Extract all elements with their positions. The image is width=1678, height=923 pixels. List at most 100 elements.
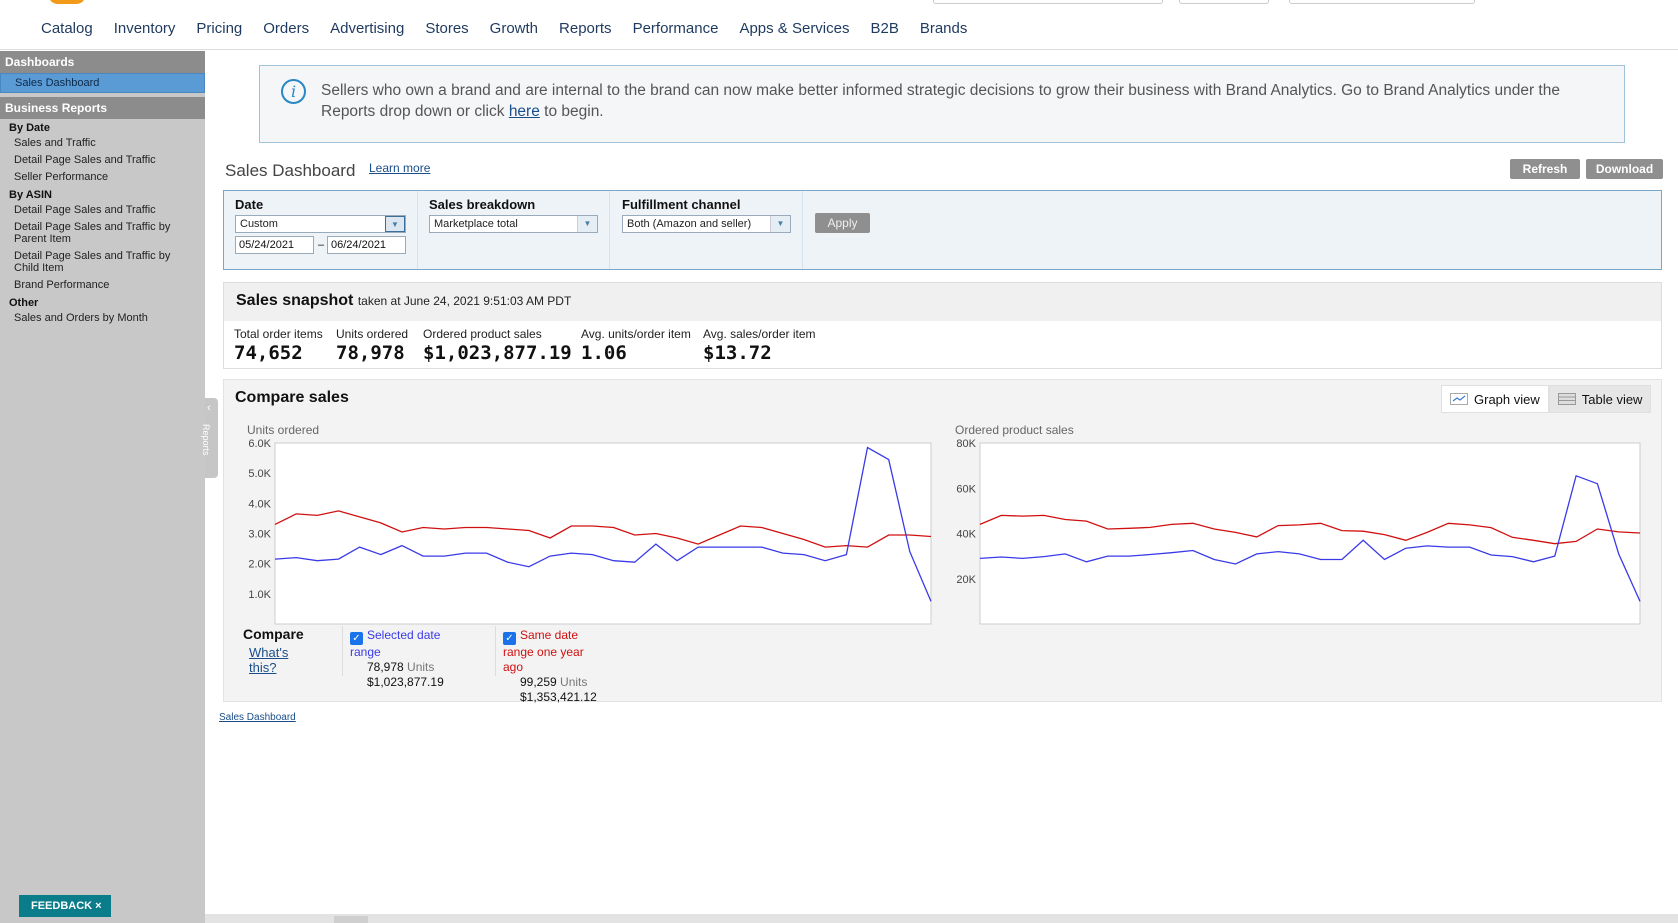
nav-stores[interactable]: Stores (414, 20, 478, 38)
top-navigation: Catalog Inventory Pricing Orders Advertising… (0, 0, 1678, 50)
nav-inventory[interactable]: Inventory (103, 20, 186, 38)
learn-more-link[interactable]: Learn more (369, 161, 430, 175)
date-select[interactable]: Custom ▼ (235, 215, 406, 233)
plot-area (979, 442, 1641, 625)
info-icon: i (281, 79, 306, 104)
nav-orders[interactable]: Orders (252, 20, 319, 38)
legend-last-year-range: ✓ Same date range one year ago 99,259 Uni… (503, 628, 597, 704)
nav-pricing[interactable]: Pricing (185, 20, 252, 38)
date-separator: – (318, 239, 325, 251)
chevron-left-icon: ‹ (207, 402, 211, 414)
nav-advertising[interactable]: Advertising (319, 20, 414, 38)
sidebar-group-by-date: By Date (9, 122, 50, 134)
compare-charts: 1.0K2.0K3.0K4.0K5.0K6.0K5/24/215/28/216/… (248, 438, 1641, 625)
chevron-down-icon: ▼ (770, 216, 790, 232)
metric-label: Avg. sales/order item (703, 327, 816, 341)
fulfillment-channel-select[interactable]: Both (Amazon and seller) ▼ (622, 215, 791, 233)
whats-this-link[interactable]: What's this? (249, 645, 288, 675)
y-tick-label: 4.0K (248, 498, 271, 510)
nav-apps-services[interactable]: Apps & Services (728, 20, 859, 38)
search-input[interactable] (933, 0, 1163, 4)
sales-breakdown-select[interactable]: Marketplace total ▼ (429, 215, 598, 233)
sidebar-item-sales-dashboard[interactable]: Sales Dashboard (0, 73, 205, 93)
chevron-down-icon: ▼ (385, 216, 405, 232)
filter-divider (417, 191, 418, 269)
apply-button[interactable]: Apply (815, 213, 870, 233)
end-date-field[interactable]: 06/24/2021 (327, 236, 406, 254)
horizontal-scrollbar[interactable] (205, 914, 1678, 923)
legend-selected-range: ✓ Selected date range 78,978 Units $1,023… (350, 628, 444, 689)
nav-catalog[interactable]: Catalog (30, 20, 103, 38)
filters-panel: Date Custom ▼ 05/24/2021 – 06/24/2021 Sa… (223, 190, 1662, 270)
brand-analytics-banner: i Sellers who own a brand and are intern… (259, 65, 1625, 143)
scrollbar-thumb[interactable] (334, 916, 368, 923)
sidebar-group-other: Other (9, 297, 39, 309)
y-tick-label: 20K (956, 574, 976, 586)
sidebar-item-sales-and-traffic[interactable]: Sales and Traffic (0, 135, 205, 152)
chart-0: 1.0K2.0K3.0K4.0K5.0K6.0K5/24/215/28/216/… (248, 438, 932, 625)
y-tick-label: 60K (956, 483, 976, 495)
metric-avg-units-order-item: Avg. units/order item 1.06 (581, 327, 691, 364)
nav-brands[interactable]: Brands (909, 20, 978, 38)
metric-value: 74,652 (234, 342, 303, 364)
chart-1: 20K40K60K80K5/24/215/28/216/1/216/5/216/… (956, 438, 1641, 625)
main-nav: Catalog Inventory Pricing Orders Advertising… (30, 20, 977, 38)
y-tick-label: 80K (956, 438, 976, 450)
page-title: Sales Dashboard (225, 161, 356, 180)
nav-b2b[interactable]: B2B (859, 20, 908, 38)
metric-avg-sales-order-item: Avg. sales/order item $13.72 (703, 327, 816, 364)
y-tick-label: 5.0K (248, 468, 271, 480)
snapshot-title: Sales snapshot (236, 292, 354, 309)
sidebar-heading-business-reports: Business Reports (0, 97, 205, 119)
sidebar-heading-dashboards: Dashboards (0, 51, 205, 73)
reports-tab-label: Reports (201, 424, 211, 456)
legend-compare-title: Compare (243, 626, 304, 642)
last-year-checkbox[interactable]: ✓ (503, 632, 516, 645)
sidebar-item-detail-page-sales-and-traffic-by-child-item[interactable]: Detail Page Sales and Traffic by Child I… (0, 248, 205, 277)
sidebar-item-detail-page-sales-and-traffic-by-parent-item[interactable]: Detail Page Sales and Traffic by Parent … (0, 219, 205, 248)
y-tick-label: 40K (956, 529, 976, 541)
nav-performance[interactable]: Performance (622, 20, 729, 38)
reports-collapse-tab[interactable]: ‹ Reports (201, 398, 218, 478)
download-button[interactable]: Download (1586, 159, 1663, 179)
metric-value: $1,023,877.19 (423, 342, 572, 364)
nav-reports[interactable]: Reports (548, 20, 622, 38)
metric-label: Avg. units/order item (581, 327, 691, 341)
snapshot-timestamp: taken at June 24, 2021 9:51:03 AM PDT (357, 294, 572, 308)
nav-growth[interactable]: Growth (479, 20, 548, 38)
banner-here-link[interactable]: here (509, 103, 540, 120)
footer-sales-dashboard-link[interactable]: Sales Dashboard (219, 712, 296, 723)
snapshot-header: Sales snapshot taken at June 24, 2021 9:… (224, 283, 1661, 321)
sales-snapshot: Sales snapshot taken at June 24, 2021 9:… (223, 282, 1662, 369)
amazon-logo-icon[interactable] (48, 0, 86, 4)
metric-label: Ordered product sales (423, 327, 542, 341)
y-tick-label: 1.0K (248, 589, 271, 601)
feedback-button[interactable]: FEEDBACK × (19, 895, 111, 917)
y-tick-label: 2.0K (248, 559, 271, 571)
sidebar-item-detail-page-sales-and-traffic[interactable]: Detail Page Sales and Traffic (0, 202, 205, 219)
sidebar-item-detail-page-sales-and-traffic[interactable]: Detail Page Sales and Traffic (0, 152, 205, 169)
metric-label: Units ordered (336, 327, 409, 341)
metric-value: 1.06 (581, 342, 627, 364)
fulfillment-channel-label: Fulfillment channel (622, 197, 741, 212)
metric-ordered-product-sales: Ordered product sales $1,023,877.19 (423, 327, 572, 364)
sales-breakdown-label: Sales breakdown (429, 197, 536, 212)
top-search-field[interactable] (1289, 0, 1475, 4)
selected-range-checkbox[interactable]: ✓ (350, 632, 363, 645)
sidebar-item-seller-performance[interactable]: Seller Performance (0, 169, 205, 186)
sidebar-item-brand-performance[interactable]: Brand Performance (0, 277, 205, 294)
metric-label: Total order items (234, 327, 323, 341)
banner-text: Sellers who own a brand and are internal… (321, 82, 1560, 120)
filter-divider (609, 191, 610, 269)
filter-divider (802, 191, 803, 269)
y-tick-label: 6.0K (248, 438, 271, 450)
start-date-field[interactable]: 05/24/2021 (235, 236, 314, 254)
sidebar-item-sales-and-orders-by-month[interactable]: Sales and Orders by Month (0, 310, 205, 327)
metric-units-ordered: Units ordered 78,978 (336, 327, 408, 364)
refresh-button[interactable]: Refresh (1510, 159, 1580, 179)
metric-total-order-items: Total order items 74,652 (234, 327, 323, 364)
sidebar: Dashboards Sales Dashboard Business Repo… (0, 51, 205, 923)
chevron-down-icon: ▼ (577, 216, 597, 232)
marketplace-select[interactable] (1179, 0, 1269, 4)
metric-value: 78,978 (336, 342, 405, 364)
